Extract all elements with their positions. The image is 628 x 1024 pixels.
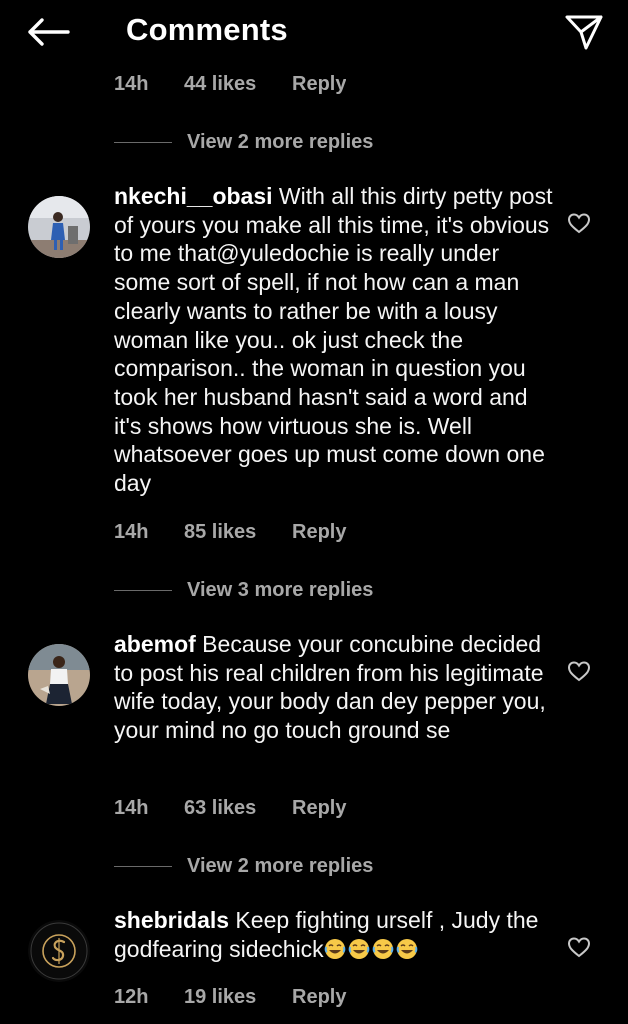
comment-time: 14h bbox=[114, 797, 149, 819]
comment-text: nkechi__obasi With all this dirty petty … bbox=[114, 182, 554, 498]
send-icon bbox=[565, 15, 603, 50]
heart-icon bbox=[567, 937, 591, 958]
comment-meta-row: 14h 44 likes Reply bbox=[114, 66, 346, 96]
comment-username[interactable]: abemof bbox=[114, 631, 196, 657]
comment-username[interactable]: shebridals bbox=[114, 907, 229, 933]
laughing-tears-emoji bbox=[324, 938, 346, 959]
top-bar: Comments bbox=[0, 0, 628, 64]
share-button[interactable] bbox=[562, 10, 606, 54]
like-button[interactable] bbox=[567, 212, 591, 234]
view-more-label: View 2 more replies bbox=[187, 855, 374, 877]
avatar[interactable] bbox=[28, 196, 90, 258]
divider-line bbox=[114, 142, 172, 143]
laughing-tears-emoji bbox=[396, 938, 418, 959]
avatar[interactable] bbox=[28, 644, 90, 706]
view-more-replies[interactable]: View 2 more replies bbox=[114, 855, 373, 878]
comment-likes[interactable]: 44 likes bbox=[184, 70, 292, 96]
reply-button[interactable]: Reply bbox=[292, 518, 346, 546]
heart-icon bbox=[567, 661, 591, 682]
reply-button[interactable]: Reply bbox=[292, 70, 346, 96]
comment-likes[interactable]: 63 likes bbox=[184, 794, 292, 822]
divider-line bbox=[114, 590, 172, 591]
back-button[interactable] bbox=[22, 10, 74, 54]
comment-meta-row: 12h 19 likes Reply bbox=[114, 983, 346, 1011]
reply-button[interactable]: Reply bbox=[292, 794, 346, 822]
view-more-label: View 3 more replies bbox=[187, 579, 374, 601]
page-title: Comments bbox=[126, 12, 288, 47]
comment-meta-row: 14h 63 likes Reply bbox=[114, 794, 346, 822]
view-more-replies[interactable]: View 3 more replies bbox=[114, 579, 373, 602]
comment-time: 12h bbox=[114, 986, 149, 1008]
view-more-label: View 2 more replies bbox=[187, 131, 374, 153]
comment-likes[interactable]: 85 likes bbox=[184, 518, 292, 546]
laughing-tears-emoji bbox=[348, 938, 370, 959]
laughing-tears-emoji bbox=[372, 938, 394, 959]
reply-button[interactable]: Reply bbox=[292, 983, 346, 1011]
comment-time: 14h bbox=[114, 73, 149, 95]
view-more-replies[interactable]: View 2 more replies bbox=[114, 131, 373, 154]
comment-meta-row: 14h 85 likes Reply bbox=[114, 518, 346, 546]
comment-text: abemof Because your concubine decided to… bbox=[114, 630, 554, 745]
comment-text: shebridals Keep fighting urself , Judy t… bbox=[114, 906, 554, 963]
back-arrow-icon bbox=[28, 18, 70, 46]
comment-username[interactable]: nkechi__obasi bbox=[114, 183, 273, 209]
divider-line bbox=[114, 866, 172, 867]
like-button[interactable] bbox=[567, 936, 591, 958]
comment-time: 14h bbox=[114, 521, 149, 543]
comment-body: With all this dirty petty post of yours … bbox=[114, 183, 553, 497]
comment-likes[interactable]: 19 likes bbox=[184, 983, 292, 1011]
emoji-sequence bbox=[324, 936, 420, 962]
like-button[interactable] bbox=[567, 660, 591, 682]
avatar[interactable] bbox=[28, 920, 90, 982]
heart-icon bbox=[567, 213, 591, 234]
